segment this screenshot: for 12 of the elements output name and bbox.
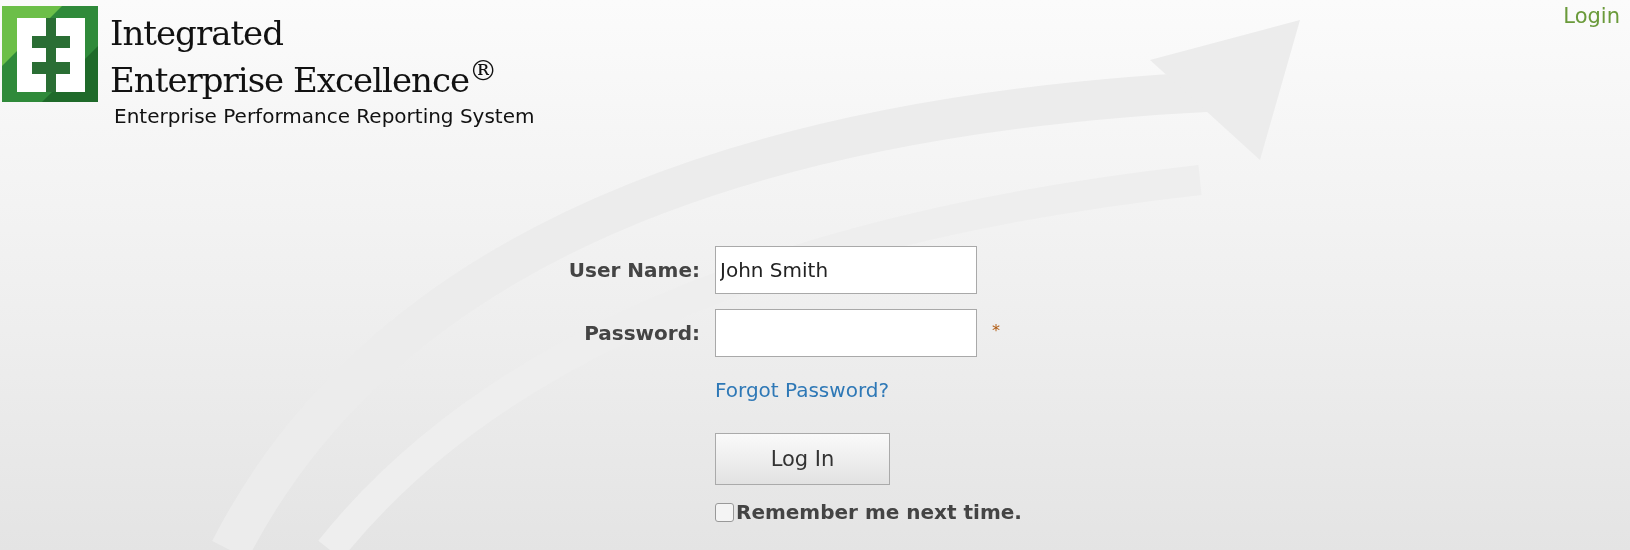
brand-title: Enterprise Excellence$^{®}$ [110,53,497,100]
forgot-password-link[interactable]: Forgot Password? [715,378,1630,402]
login-button[interactable]: Log In [715,433,890,485]
field-label: User Name: [568,258,700,282]
remember-checkbox[interactable] [715,502,734,522]
input-field[interactable] [715,309,977,357]
required-mark: * [992,321,1001,340]
logo-icon [2,6,98,102]
brand-title: Integrated [110,14,284,52]
brand-subtitle: Enterprise Performance Reporting System [114,104,535,128]
remember-label: Remember me next time. [736,500,1022,524]
field-label: Password: [584,321,700,345]
